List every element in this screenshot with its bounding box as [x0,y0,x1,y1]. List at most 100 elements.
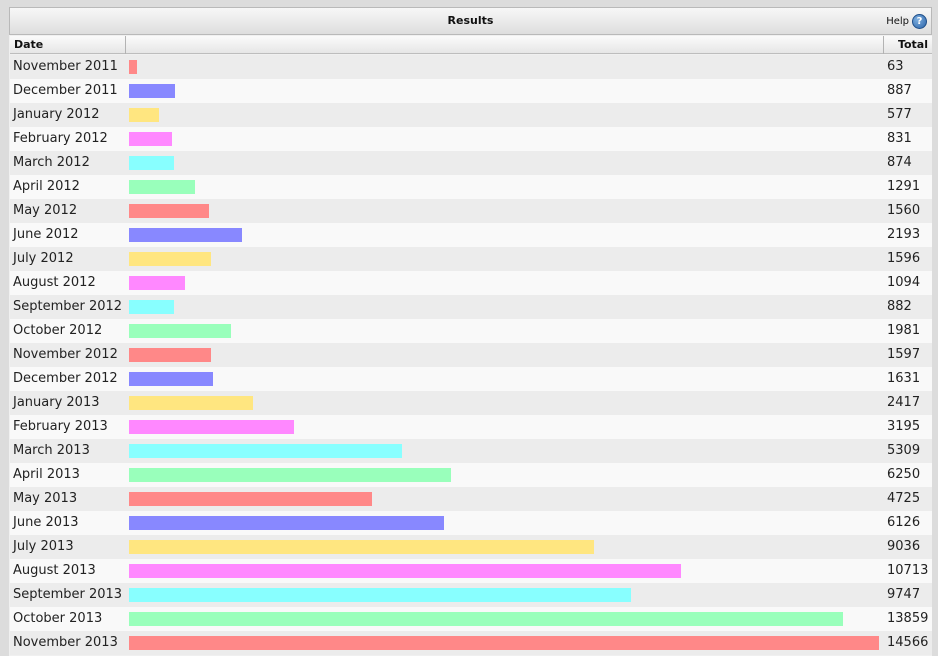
row-date: June 2013 [13,515,79,530]
table-row: August 2012 1094 [10,271,932,295]
row-bar [129,444,402,458]
table-row: July 2012 1596 [10,247,932,271]
table-row: April 2012 1291 [10,175,932,199]
row-date: April 2013 [13,467,80,482]
row-total: 3195 [887,419,921,434]
row-date: May 2012 [13,203,78,218]
table-header: Date Total [10,36,932,54]
table-row: July 2013 9036 [10,535,932,559]
row-total: 2417 [887,395,921,410]
row-bar [129,564,681,578]
row-date: January 2013 [13,395,100,410]
row-bar [129,372,213,386]
row-bar [129,516,444,530]
total-column-header[interactable]: Total [884,36,932,54]
row-bar [129,108,159,122]
row-bar [129,84,175,98]
table-row: December 2011 887 [10,79,932,103]
table-row: June 2013 6126 [10,511,932,535]
row-bar [129,492,372,506]
row-date: November 2012 [13,347,118,362]
results-rows: November 2011 63 December 2011 887 January 2… [10,55,932,655]
row-total: 9036 [887,539,921,554]
row-date: July 2012 [13,251,74,266]
row-bar [129,252,211,266]
row-date: November 2011 [13,59,118,74]
row-date: March 2012 [13,155,90,170]
table-row: November 2013 14566 [10,631,932,655]
row-total: 887 [887,83,912,98]
table-row: August 2013 10713 [10,559,932,583]
row-bar [129,300,174,314]
table-row: October 2012 1981 [10,319,932,343]
row-total: 9747 [887,587,921,602]
row-total: 1596 [887,251,921,266]
table-row: September 2013 9747 [10,583,932,607]
table-row: January 2012 577 [10,103,932,127]
row-bar [129,204,209,218]
row-total: 1560 [887,203,921,218]
help-label: Help [886,16,909,27]
row-date: January 2012 [13,107,100,122]
row-bar [129,420,294,434]
table-row: November 2012 1597 [10,343,932,367]
row-bar [129,540,594,554]
row-total: 2193 [887,227,921,242]
row-total: 4725 [887,491,921,506]
row-date: July 2013 [13,539,74,554]
table-row: May 2013 4725 [10,487,932,511]
row-date: September 2012 [13,299,123,314]
row-bar [129,228,242,242]
row-bar [129,588,631,602]
row-date: August 2012 [13,275,96,290]
table-row: February 2013 3195 [10,415,932,439]
table-row: April 2013 6250 [10,463,932,487]
table-row: September 2012 882 [10,295,932,319]
row-date: December 2012 [13,371,118,386]
row-date: March 2013 [13,443,90,458]
table-row: June 2012 2193 [10,223,932,247]
row-total: 831 [887,131,912,146]
row-bar [129,324,231,338]
row-bar [129,468,451,482]
row-date: September 2013 [13,587,123,602]
help-button[interactable]: Help ? [886,14,927,29]
bar-column-header [126,36,884,54]
row-total: 1597 [887,347,921,362]
row-date: February 2012 [13,131,108,146]
row-date: December 2011 [13,83,118,98]
row-total: 577 [887,107,912,122]
row-date: August 2013 [13,563,96,578]
row-date: June 2012 [13,227,79,242]
row-date: November 2013 [13,635,118,650]
table-row: November 2011 63 [10,55,932,79]
row-bar [129,60,137,74]
row-total: 1981 [887,323,921,338]
row-bar [129,132,172,146]
row-total: 1094 [887,275,921,290]
row-date: October 2012 [13,323,103,338]
row-total: 1291 [887,179,921,194]
table-row: March 2012 874 [10,151,932,175]
row-bar [129,276,185,290]
row-date: May 2013 [13,491,78,506]
row-total: 6126 [887,515,921,530]
row-total: 5309 [887,443,921,458]
help-icon[interactable]: ? [912,14,927,29]
table-row: October 2013 13859 [10,607,932,631]
table-row: May 2012 1560 [10,199,932,223]
row-total: 874 [887,155,912,170]
results-titlebar: Results Help ? [9,7,932,35]
date-column-header[interactable]: Date [10,36,126,54]
row-bar [129,396,253,410]
row-total: 10713 [887,563,929,578]
row-bar [129,180,195,194]
row-date: April 2012 [13,179,80,194]
row-bar [129,156,174,170]
row-date: October 2013 [13,611,103,626]
table-row: December 2012 1631 [10,367,932,391]
table-row: February 2012 831 [10,127,932,151]
row-total: 882 [887,299,912,314]
row-total: 14566 [887,635,929,650]
row-date: February 2013 [13,419,108,434]
